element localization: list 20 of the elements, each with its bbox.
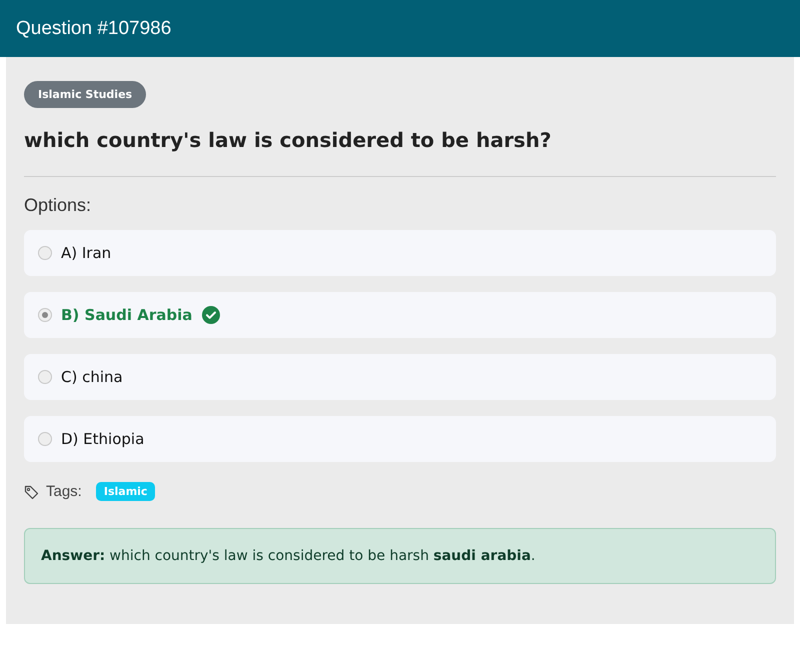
option-row[interactable]: A) Iran xyxy=(24,230,776,276)
check-circle-icon xyxy=(202,306,220,324)
tag-icon xyxy=(24,484,40,500)
radio-button[interactable] xyxy=(38,308,52,322)
option-row[interactable]: C) china xyxy=(24,354,776,400)
option-text: A) Iran xyxy=(61,244,112,262)
tags-label: Tags: xyxy=(46,483,82,500)
options-label: Options: xyxy=(24,195,92,216)
question-text: which country's law is considered to be harsh? xyxy=(24,128,552,152)
option-text: D) Ethiopia xyxy=(61,430,144,448)
option-text: C) china xyxy=(61,368,123,386)
page-title: Question #107986 xyxy=(16,18,172,40)
radio-button[interactable] xyxy=(38,370,52,384)
option-row[interactable]: B) Saudi Arabia xyxy=(24,292,776,338)
option-text: B) Saudi Arabia xyxy=(61,306,192,324)
radio-button[interactable] xyxy=(38,432,52,446)
option-row[interactable]: D) Ethiopia xyxy=(24,416,776,462)
answer-text: Answer: which country's law is considered to be harsh saudi arabia. xyxy=(24,528,776,584)
radio-button[interactable] xyxy=(38,246,52,260)
category-badge: Islamic Studies xyxy=(24,81,146,108)
